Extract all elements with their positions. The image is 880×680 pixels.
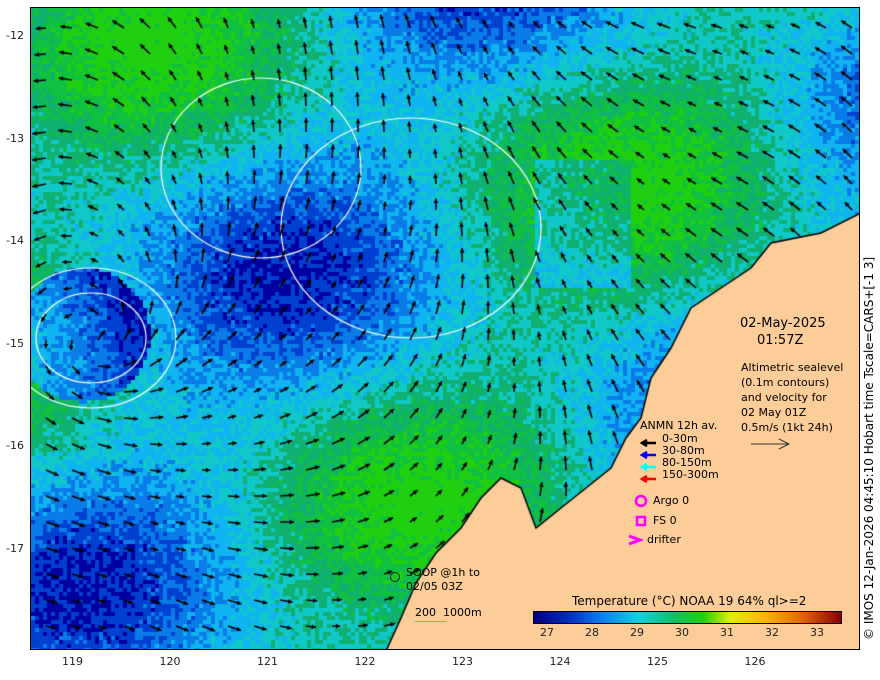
colorbar-tick-label: 30 (675, 626, 689, 639)
lat-tick-label: -13 (6, 131, 24, 145)
lon-tick-label: 121 (257, 655, 278, 668)
credit-text: © IMOS 12-Jan-2026 04:45:10 Hobart time … (862, 256, 876, 640)
lat-tick-label: -15 (6, 336, 24, 350)
lat-tick-label: -16 (6, 439, 24, 452)
argo-label: Argo 0 (653, 494, 690, 507)
drifter-label: drifter (647, 533, 681, 546)
fs-legend: FS 0 (634, 513, 677, 532)
altimetry-line: 02 May 01Z (741, 406, 807, 419)
drifter-legend: drifter (627, 532, 681, 551)
map-panel[interactable] (30, 7, 860, 650)
lon-tick-label: 124 (549, 655, 571, 668)
lon-tick-label: 123 (452, 655, 473, 668)
argo-circle-icon (634, 494, 648, 508)
altimetry-line: Altimetric sealevel (741, 361, 844, 374)
colorbar-tick-label: 28 (585, 626, 599, 639)
colorbar-title: Temperature (°C) NOAA 19 64% ql>=2 (572, 594, 807, 608)
map-date: 02-May-2025 (740, 316, 826, 331)
lon-tick-label: 126 (744, 655, 766, 668)
lat-tick-label: -14 (6, 234, 24, 247)
colorbar-tick-label: 33 (810, 626, 824, 639)
soop-line: SOOP @1h to (406, 566, 480, 579)
bathy-legend: 200 1000m (415, 606, 482, 619)
map-time: 01:57Z (757, 333, 804, 348)
altimetry-line: (0.1m contours) (741, 376, 830, 389)
fs-label: FS 0 (653, 514, 677, 527)
soop-line: 02/05 03Z (406, 580, 463, 593)
lat-tick-label: -17 (6, 541, 24, 555)
altimetry-line: and velocity for (741, 391, 827, 404)
altimetry-note: Altimetric sealevel (0.1m contours) and … (741, 360, 843, 454)
colorbar-tick-label: 31 (720, 626, 734, 639)
lat-tick-label: -12 (6, 29, 24, 42)
colorbar (533, 611, 842, 624)
lon-tick-label: 125 (647, 655, 668, 668)
bathy-line (415, 621, 447, 622)
scale-arrow-icon (751, 438, 791, 450)
anmn-title: ANMN 12h av. (640, 419, 718, 432)
drifter-chevron-icon (628, 534, 645, 546)
altimetry-line: 0.5m/s (1kt 24h) (741, 421, 833, 434)
lon-tick-label: 120 (159, 655, 181, 668)
anmn-depth-label: 150-300m (662, 468, 719, 481)
soop-circle-icon (390, 572, 400, 582)
lon-tick-label: 119 (62, 655, 83, 668)
lon-tick-label: 122 (354, 655, 376, 668)
fs-square-icon (635, 515, 647, 527)
colorbar-tick-label: 32 (765, 626, 779, 639)
colorbar-tick-label: 29 (630, 626, 644, 639)
anmn-legend: ANMN 12h av. 0-30m 30-80m 80-150m 150-300m (639, 418, 719, 484)
sst-velocity-map (31, 8, 859, 649)
argo-legend: Argo 0 (634, 493, 689, 512)
anmn-legend-item: 150-300m (639, 468, 719, 484)
arrow-icon (639, 474, 656, 484)
colorbar-tick-label: 27 (540, 626, 554, 639)
